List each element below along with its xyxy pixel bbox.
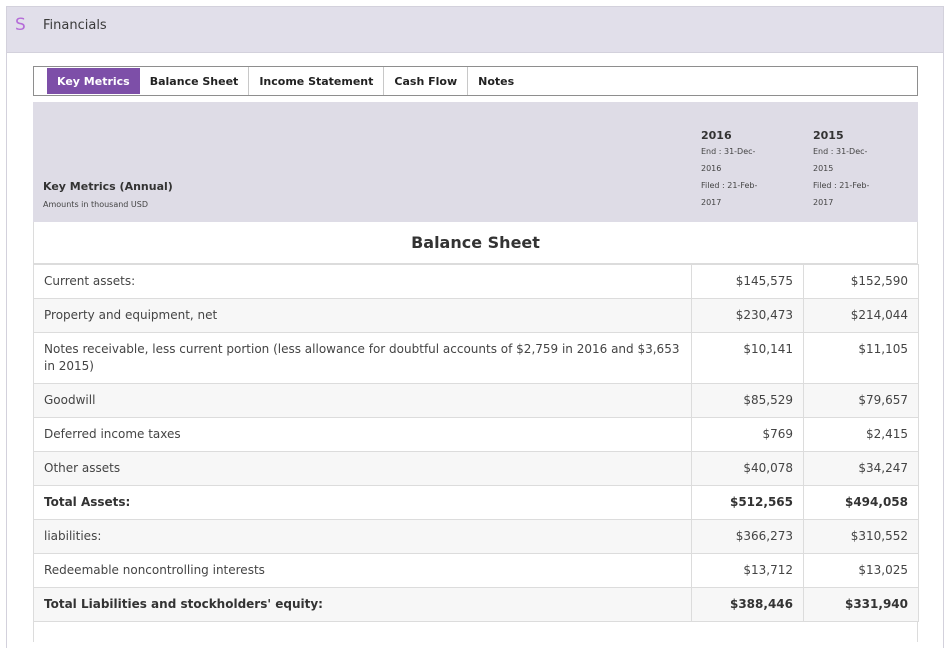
financials-window: S Financials Key Metrics Balance Sheet I… — [6, 6, 944, 648]
value-2016: $10,141 — [691, 332, 804, 384]
value-2015: $2,415 — [803, 417, 919, 452]
row-label: Property and equipment, net — [33, 298, 692, 333]
column-end-year: 2015 — [813, 164, 834, 173]
row-label: Notes receivable, less current portion (… — [33, 332, 692, 384]
column-year: 2015 — [813, 129, 844, 142]
table-row-total-assets: Total Assets: $512,565 $494,058 — [33, 485, 919, 520]
value-2016: $230,473 — [691, 298, 804, 333]
column-header-2015: 2015 End : 31-Dec- 2015 Filed : 21-Feb- … — [813, 129, 913, 211]
row-label: Other assets — [33, 451, 692, 486]
tab-cash-flow[interactable]: Cash Flow — [384, 67, 469, 95]
value-2015: $214,044 — [803, 298, 919, 333]
value-2015: $494,058 — [803, 485, 919, 520]
table-row: Current assets: $145,575 $152,590 — [33, 264, 919, 299]
tab-bar: Key Metrics Balance Sheet Income Stateme… — [33, 66, 918, 96]
app-logo-icon: S — [15, 15, 26, 35]
app-title: Financials — [43, 18, 107, 33]
table-row: Notes receivable, less current portion (… — [33, 332, 919, 384]
key-metrics-header: Key Metrics (Annual) Amounts in thousand… — [33, 102, 918, 222]
value-2016: $388,446 — [691, 587, 804, 622]
table-row: Goodwill $85,529 $79,657 — [33, 383, 919, 418]
table-row: Property and equipment, net $230,473 $21… — [33, 298, 919, 333]
key-metrics-title: Key Metrics (Annual) — [43, 180, 173, 193]
value-2016: $366,273 — [691, 519, 804, 554]
column-end-date: End : 31-Dec- — [701, 147, 756, 156]
column-filed-year: 2017 — [701, 198, 722, 207]
row-label: Goodwill — [33, 383, 692, 418]
tab-notes[interactable]: Notes — [468, 67, 524, 95]
app-header: S Financials — [7, 7, 943, 53]
tab-income-statement[interactable]: Income Statement — [249, 67, 385, 95]
table-row-total-liabilities: Total Liabilities and stockholders' equi… — [33, 587, 919, 622]
balance-sheet-table: Current assets: $145,575 $152,590 Proper… — [33, 264, 919, 622]
row-label: liabilities: — [33, 519, 692, 554]
column-filed-date: Filed : 21-Feb- — [701, 181, 758, 190]
column-filed-date: Filed : 21-Feb- — [813, 181, 870, 190]
value-2016: $145,575 — [691, 264, 804, 299]
row-label: Redeemable noncontrolling interests — [33, 553, 692, 588]
row-label: Total Liabilities and stockholders' equi… — [33, 587, 692, 622]
table-row: Deferred income taxes $769 $2,415 — [33, 417, 919, 452]
value-2015: $11,105 — [803, 332, 919, 384]
value-2016: $512,565 — [691, 485, 804, 520]
column-year: 2016 — [701, 129, 732, 142]
value-2016: $85,529 — [691, 383, 804, 418]
tab-key-metrics[interactable]: Key Metrics — [47, 68, 140, 94]
value-2015: $34,247 — [803, 451, 919, 486]
row-label: Deferred income taxes — [33, 417, 692, 452]
key-metrics-subtitle: Amounts in thousand USD — [43, 200, 149, 209]
value-2015: $331,940 — [803, 587, 919, 622]
table-row: liabilities: $366,273 $310,552 — [33, 519, 919, 554]
value-2015: $310,552 — [803, 519, 919, 554]
column-header-2016: 2016 End : 31-Dec- 2016 Filed : 21-Feb- … — [701, 129, 801, 211]
tab-balance-sheet[interactable]: Balance Sheet — [140, 67, 250, 95]
row-label: Current assets: — [33, 264, 692, 299]
value-2016: $13,712 — [691, 553, 804, 588]
value-2015: $152,590 — [803, 264, 919, 299]
column-end-year: 2016 — [701, 164, 722, 173]
value-2015: $79,657 — [803, 383, 919, 418]
section-title: Balance Sheet — [33, 222, 918, 264]
value-2015: $13,025 — [803, 553, 919, 588]
table-continuation — [33, 622, 918, 642]
column-filed-year: 2017 — [813, 198, 834, 207]
column-end-date: End : 31-Dec- — [813, 147, 868, 156]
table-row: Other assets $40,078 $34,247 — [33, 451, 919, 486]
key-metrics-panel: Key Metrics (Annual) Amounts in thousand… — [33, 102, 919, 642]
table-row: Redeemable noncontrolling interests $13,… — [33, 553, 919, 588]
row-label: Total Assets: — [33, 485, 692, 520]
value-2016: $769 — [691, 417, 804, 452]
value-2016: $40,078 — [691, 451, 804, 486]
